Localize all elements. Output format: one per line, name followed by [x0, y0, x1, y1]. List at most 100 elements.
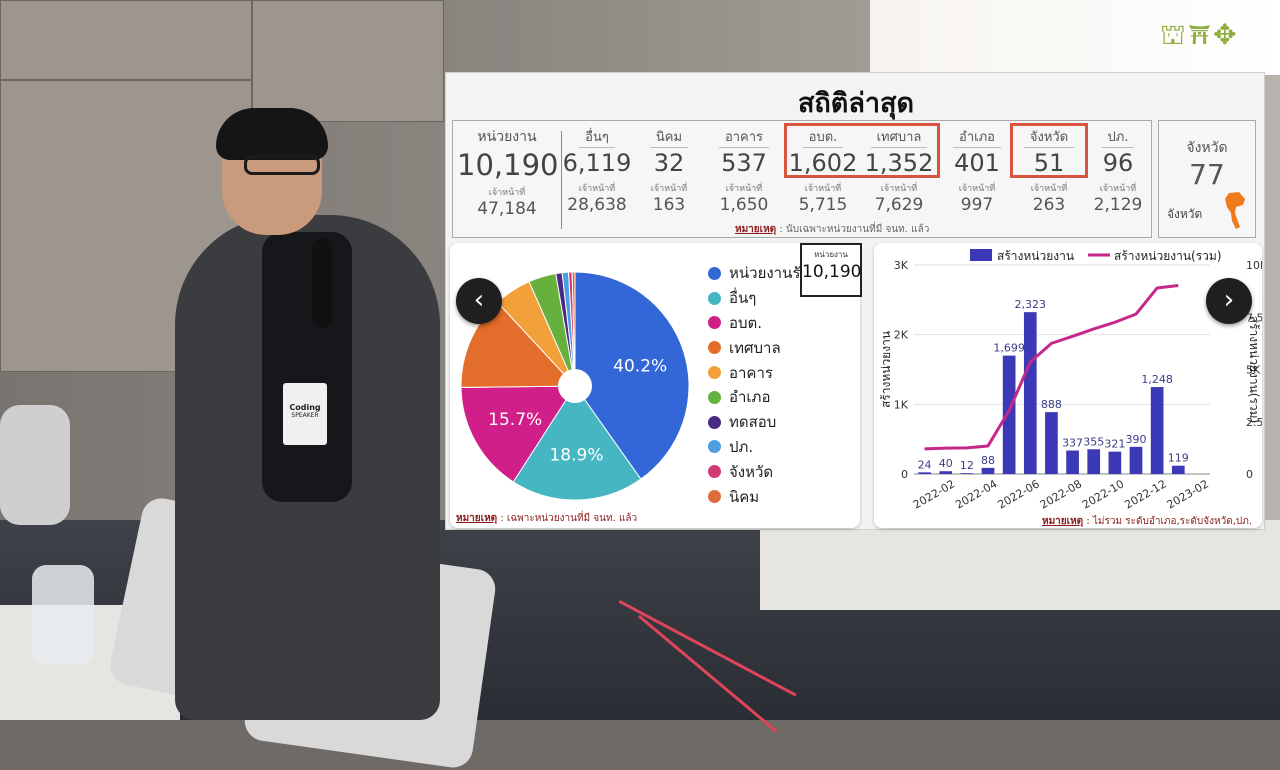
stat-sub-label: เจ้าหน้าที่ — [1030, 184, 1068, 194]
legend-label: สร้างหน่วยงาน — [997, 249, 1074, 263]
stat-value: 401 — [954, 149, 1000, 177]
stat-sub-value: 2,129 — [1093, 195, 1143, 215]
stat-label: ปภ. — [1101, 126, 1135, 148]
note-text: : นับเฉพาะหน่วยงานที่มี จนท. แล้ว — [776, 224, 930, 235]
legend-item[interactable]: ทดสอบ — [708, 410, 800, 435]
speaker-glasses — [244, 155, 320, 175]
stat-nikhom: นิคม 32 เจ้าหน้าที่ 163 — [636, 121, 702, 215]
wall-panel — [252, 0, 444, 122]
legend-swatch — [708, 266, 721, 280]
legend-item[interactable]: อบต. — [708, 311, 800, 336]
stat-label: อื่นๆ — [579, 126, 615, 148]
stat-sub-value: 1,650 — [719, 195, 769, 215]
next-slide-button[interactable]: › — [1206, 278, 1252, 324]
bar-note: หมายเหตุ : ไม่รวม ระดับอำเภอ,ระดับจังหวั… — [1042, 514, 1252, 529]
y-tick-label: 0 — [901, 468, 908, 481]
stat-label: อำเภอ — [953, 126, 1001, 148]
bar-data-label: 1,699 — [993, 342, 1025, 355]
legend-label: สร้างหน่วยงาน(รวม) — [1114, 249, 1222, 263]
y2-axis-title: สร้างหน่วยงาน(รวม) — [1247, 316, 1261, 424]
y2-tick-label: 0 — [1246, 468, 1253, 481]
speaker-hair — [216, 108, 328, 160]
note-text: : ไม่รวม ระดับอำเภอ,ระดับจังหวัด,ปภ. — [1083, 516, 1252, 527]
legend-item[interactable]: อื่นๆ — [708, 286, 800, 311]
stat-sub-value: 47,184 — [477, 199, 537, 219]
bar-data-label: 119 — [1168, 452, 1189, 465]
wall-panel — [0, 0, 252, 80]
pie-chart-card: 40.2% 18.9% 15.7% หน่วยงานรั อื่นๆ อบต. เทศบา… — [450, 243, 862, 528]
stat-value: 537 — [721, 149, 767, 177]
prev-slide-button[interactable]: ‹ — [456, 278, 502, 324]
legend-swatch — [708, 415, 721, 429]
legend-item[interactable]: อาคาร — [708, 360, 800, 385]
y-tick-label: 1K — [894, 398, 909, 411]
stat-sub-label: เจ้าหน้าที่ — [488, 188, 526, 198]
legend-item[interactable]: หน่วยงานรั — [708, 261, 800, 286]
x-tick-label: 2022-04 — [953, 477, 999, 511]
bar-data-label: 88 — [981, 454, 995, 467]
stat-district: อำเภอ 401 เจ้าหน้าที่ 997 — [943, 121, 1011, 215]
legend-label: จังหวัด — [729, 462, 774, 481]
legend-swatch — [708, 490, 721, 504]
bar — [1023, 312, 1037, 474]
legend-swatch — [970, 249, 992, 261]
stat-sub-value: 5,715 — [798, 195, 848, 215]
legend-item[interactable]: จังหวัด — [708, 459, 800, 484]
stat-others: อื่นๆ 6,119 เจ้าหน้าที่ 28,638 — [561, 121, 633, 215]
slide-title: สถิติล่าสุด — [797, 88, 915, 119]
legend-label: นิคม — [729, 487, 760, 506]
stat-value: 10,190 — [457, 148, 559, 182]
province-sub-label: จังหวัด — [1167, 207, 1203, 221]
note-prefix: หมายเหตุ — [1042, 516, 1084, 527]
legend-swatch — [708, 390, 721, 404]
stat-sub-value: 163 — [652, 195, 686, 215]
stat-sub-value: 997 — [960, 195, 994, 215]
bar-data-label: 337 — [1062, 437, 1083, 450]
bar-data-label: 390 — [1126, 433, 1147, 446]
stat-building: อาคาร 537 เจ้าหน้าที่ 1,650 — [708, 121, 780, 215]
bar — [981, 467, 995, 474]
legend-label: อำเภอ — [729, 388, 771, 407]
province-label: จังหวัด — [1186, 140, 1228, 156]
water-bottle — [32, 565, 94, 665]
badge-role: SPEAKER — [291, 412, 319, 419]
highlight-box — [784, 123, 940, 178]
bar-data-label: 2,323 — [1015, 298, 1047, 311]
bar — [1171, 465, 1185, 474]
thailand-map-icon — [1225, 192, 1245, 229]
channel-logo: ⛫⛩✥ — [1160, 18, 1239, 51]
y2-tick-label: 10K — [1246, 259, 1262, 272]
legend-swatch — [708, 465, 721, 479]
bar-chart-card: สร้างหน่วยงาน สร้างหน่วยงาน(รวม) 0 1K 2K 3K 0 2… — [874, 243, 1262, 528]
badge-text: Coding SPEAKER — [285, 403, 325, 419]
legend-item[interactable]: อำเภอ — [708, 385, 800, 410]
stat-sub-label: เจ้าหน้าที่ — [804, 184, 842, 194]
bar — [1066, 450, 1079, 474]
stat-label: นิคม — [649, 126, 689, 148]
stat-label: อาคาร — [718, 126, 770, 148]
bar — [1150, 387, 1164, 474]
stats-panel: หน่วยงาน 10,190 เจ้าหน้าที่ 47,184 อื่นๆ… — [452, 120, 1152, 238]
kpi-box: หน่วยงาน 10,190 — [800, 243, 862, 297]
legend-item[interactable]: เทศบาล — [708, 335, 800, 360]
note-prefix: หมายเหตุ — [456, 513, 498, 524]
bar-data-label: 40 — [939, 457, 953, 470]
stat-sub-label: เจ้าหน้าที่ — [958, 184, 996, 194]
table — [760, 520, 1280, 610]
bar — [1087, 449, 1101, 474]
legend-label: อื่นๆ — [729, 289, 757, 308]
stat-value: 6,119 — [562, 149, 632, 177]
legend-label: อาคาร — [729, 363, 773, 382]
y-tick-label: 3K — [894, 259, 909, 272]
bar-legend: สร้างหน่วยงาน สร้างหน่วยงาน(รวม) — [970, 249, 1222, 263]
province-value: 77 — [1189, 158, 1225, 191]
bar — [960, 473, 974, 474]
pie-data-label: 40.2% — [613, 356, 667, 376]
stat-sub-value: 7,629 — [874, 195, 924, 215]
legend-item[interactable]: ปภ. — [708, 435, 800, 460]
bar-data-label: 355 — [1083, 435, 1104, 448]
stat-label: หน่วยงาน — [477, 129, 537, 145]
legend-item[interactable]: นิคม — [708, 484, 800, 509]
note-text: : เฉพาะหน่วยงานที่มี จนท. แล้ว — [497, 513, 638, 524]
stat-sub-label: เจ้าหน้าที่ — [650, 184, 688, 194]
